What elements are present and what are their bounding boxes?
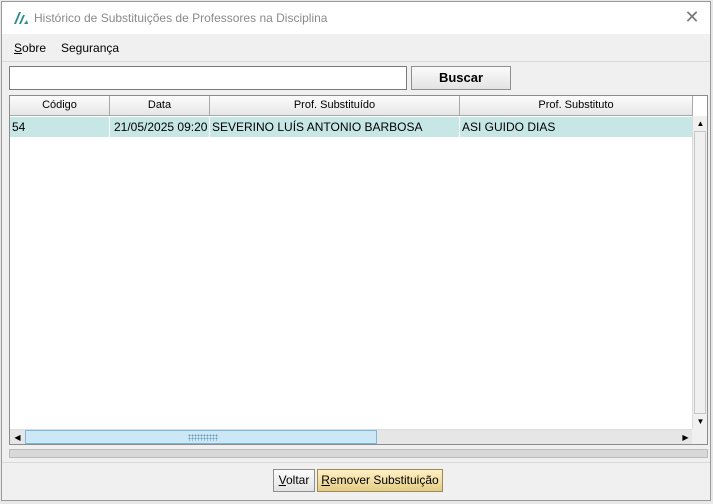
dialog-window: Histórico de Substituições de Professore…	[1, 1, 711, 501]
scroll-up-icon[interactable]: ▲	[693, 116, 707, 131]
back-button[interactable]: Voltar	[273, 469, 315, 492]
vertical-scrollbar[interactable]: ▲ ▼	[692, 116, 707, 429]
column-header-data[interactable]: Data	[110, 96, 210, 116]
scroll-right-icon[interactable]: ▶	[678, 430, 693, 444]
footer-divider	[2, 462, 710, 463]
window-title: Histórico de Substituições de Professore…	[34, 11, 328, 25]
column-header-codigo[interactable]: Código	[10, 96, 110, 116]
status-bar	[9, 449, 708, 458]
cell-codigo: 54	[10, 117, 110, 137]
search-input[interactable]	[9, 66, 407, 90]
menu-seguranca[interactable]: Segurança	[61, 41, 119, 55]
substitution-table: Código Data Prof. Substituído Prof. Subs…	[9, 95, 708, 445]
menu-bar: Sobre Segurança	[2, 34, 710, 62]
remove-mnemonic: R	[321, 473, 330, 487]
menu-sobre-mnemonic: S	[14, 41, 23, 55]
scroll-left-icon[interactable]: ◀	[10, 430, 25, 444]
scroll-down-icon[interactable]: ▼	[693, 414, 707, 429]
horizontal-scrollbar[interactable]: ◀ ▶	[10, 429, 693, 444]
remove-rest: emover Substituição	[329, 473, 439, 487]
back-mnemonic: V	[278, 473, 286, 487]
table-row[interactable]: 54 21/05/2025 09:20 SEVERINO LUÍS ANTONI…	[10, 117, 693, 137]
horizontal-scroll-thumb[interactable]	[25, 430, 377, 444]
cell-prof-substituido: SEVERINO LUÍS ANTONIO BARBOSA	[210, 117, 460, 137]
scroll-grip-icon	[188, 434, 218, 441]
table-header: Código Data Prof. Substituído Prof. Subs…	[10, 96, 693, 116]
cell-prof-substituto: ASI GUIDO DIAS	[462, 120, 556, 134]
title-bar: Histórico de Substituições de Professore…	[2, 2, 710, 34]
menu-sobre-rest: obre	[22, 41, 47, 55]
menu-divider	[2, 61, 710, 62]
vertical-scroll-thumb[interactable]	[694, 131, 706, 414]
menu-sobre[interactable]: Sobre	[14, 41, 46, 55]
app-logo-icon	[14, 12, 28, 24]
cell-data: 21/05/2025 09:20	[110, 117, 210, 137]
column-header-prof-substituido[interactable]: Prof. Substituído	[210, 96, 460, 116]
column-header-prof-substituto[interactable]: Prof. Substituto	[460, 96, 693, 116]
close-icon[interactable]: ✕	[684, 8, 700, 26]
back-rest: oltar	[286, 473, 310, 487]
remove-substitution-button[interactable]: Remover Substituição	[317, 469, 443, 492]
search-button[interactable]: Buscar	[411, 66, 511, 90]
scrollbar-corner	[692, 429, 707, 444]
